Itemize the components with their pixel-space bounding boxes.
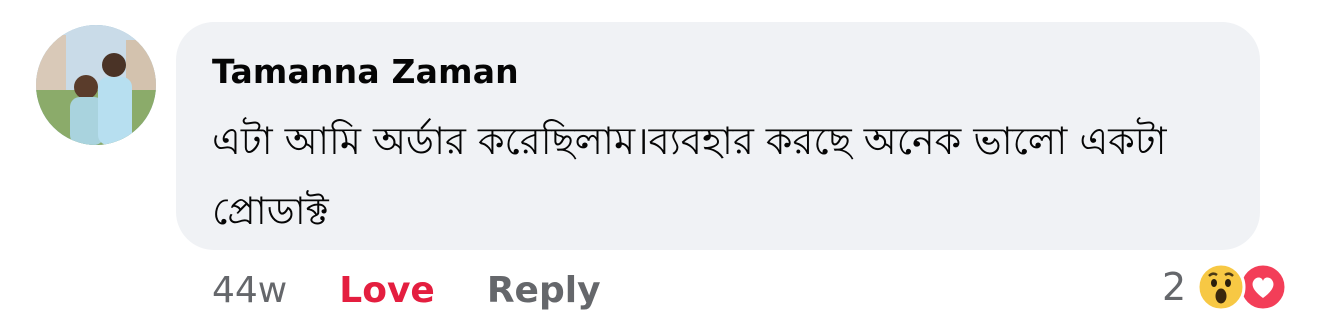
timestamp[interactable]: 44w: [212, 270, 287, 311]
love-reaction-button[interactable]: Love: [339, 270, 435, 311]
wow-icon: [1196, 262, 1246, 312]
reaction-count: 2: [1162, 265, 1187, 309]
reply-button[interactable]: Reply: [487, 270, 601, 311]
avatar-photo: [36, 25, 156, 145]
comment-text: এটা আমি অর্ডার করেছিলাম।ব্যবহার করছে অনে…: [212, 119, 1167, 233]
comment-bubble: Tamanna Zaman এটা আমি অর্ডার করেছিলাম।ব্…: [176, 22, 1260, 250]
author-name[interactable]: Tamanna Zaman: [212, 52, 519, 91]
comment-actions: 44w Love Reply: [212, 268, 601, 312]
reaction-summary[interactable]: 2: [1162, 262, 1296, 312]
reaction-icons: [1196, 262, 1296, 312]
avatar[interactable]: [36, 25, 156, 145]
